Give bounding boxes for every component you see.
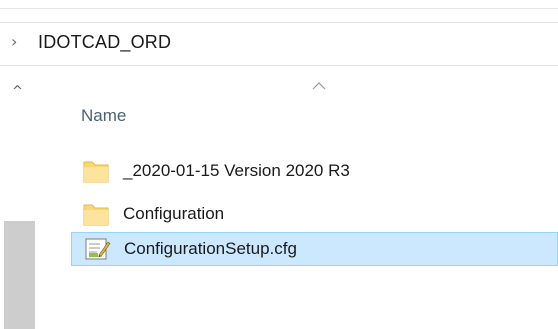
file-explorer-window: › IDOTCAD_ORD ^ Name _2020-01-15 Version… [0,0,558,329]
toolbar-strip [0,0,558,9]
breadcrumb-current-folder[interactable]: IDOTCAD_ORD [38,32,171,53]
list-item-label: ConfigurationSetup.cfg [124,239,297,258]
column-header-name[interactable]: Name [81,106,126,126]
folder-icon [81,201,111,227]
scrollbar-thumb[interactable] [4,221,35,329]
list-item[interactable]: _2020-01-15 Version 2020 R3 [71,154,558,188]
list-item-selected[interactable]: ConfigurationSetup.cfg [71,232,558,266]
list-item[interactable]: Configuration [71,197,558,231]
list-item-label: Configuration [123,204,225,223]
scroll-up-arrow-icon[interactable]: ^ [12,84,23,99]
navigation-pane: ^ [0,70,46,329]
sort-ascending-icon [312,82,326,90]
file-list: Name _2020-01-15 Version 2020 R3 Configu… [46,70,558,329]
address-bar[interactable]: › IDOTCAD_ORD [0,22,558,66]
folder-icon [81,158,111,184]
list-item-label: _2020-01-15 Version 2020 R3 [123,161,350,180]
cfg-file-icon [82,236,112,262]
chevron-right-icon[interactable]: › [11,32,17,51]
